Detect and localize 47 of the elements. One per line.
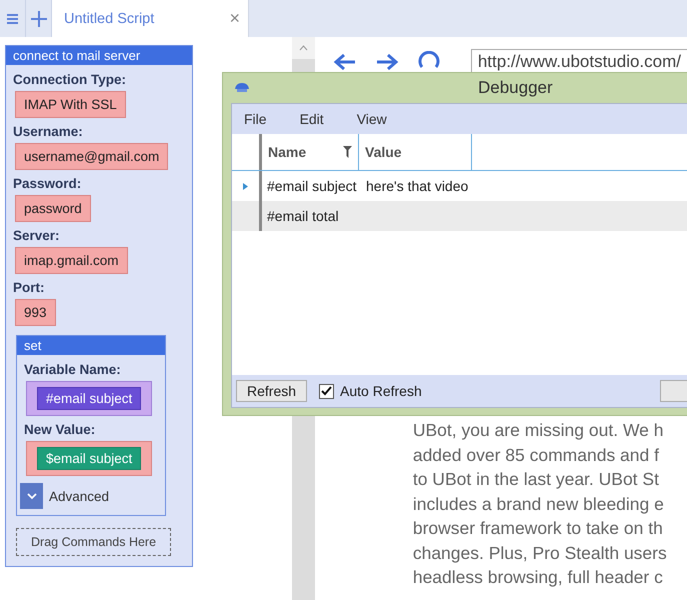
parameter-field[interactable]: 993	[15, 299, 56, 326]
table-cell-text: #email subject	[266, 177, 358, 196]
chevron-down-icon	[26, 492, 36, 500]
current-row-icon	[243, 182, 248, 190]
parameter-field[interactable]: password	[15, 195, 91, 222]
command-block[interactable]	[5, 45, 193, 567]
filter-icon[interactable]	[343, 146, 352, 158]
table-cell-text: #email total	[266, 207, 340, 226]
forward-icon[interactable]	[374, 52, 399, 72]
page-text: headless browsing, full header c	[412, 566, 664, 589]
field-label: Username:	[13, 124, 83, 139]
page-text: includes a brand new bleeding e	[412, 492, 665, 516]
refresh-button[interactable]: Refresh	[236, 380, 308, 402]
parameter-field[interactable]: imap.gmail.com	[15, 247, 128, 274]
parameter-field[interactable]: #email subject	[26, 381, 152, 416]
auto-refresh-checkbox[interactable]: Auto Refresh	[319, 383, 422, 399]
check-icon	[321, 386, 332, 396]
field-label: New Value:	[24, 422, 96, 437]
field-label: Port:	[13, 280, 44, 295]
back-icon[interactable]	[332, 52, 357, 72]
menu-item[interactable]: View	[348, 111, 396, 127]
close-button[interactable]: ×	[229, 8, 240, 29]
field-label: Server:	[13, 228, 60, 243]
command-block[interactable]: set Variable Name: #email subject New Value: $email subject Advanced	[16, 335, 166, 516]
expand-button[interactable]	[20, 483, 43, 509]
command-title: set	[17, 336, 165, 355]
page-text: to UBot in the last year. UBot St	[412, 468, 660, 491]
page-text: UBot, you are missing out. We h	[412, 419, 664, 442]
parameter-field[interactable]: IMAP With SSL	[15, 91, 126, 118]
table-cell-text: here's that video	[365, 177, 470, 196]
advanced-label: Advanced	[49, 488, 110, 504]
variable-chip[interactable]: #email subject	[37, 387, 142, 410]
page-text: browser framework to take on th	[412, 517, 664, 540]
drop-zone[interactable]: Drag Commands Here	[16, 528, 172, 556]
column-header[interactable]: Name	[262, 134, 359, 170]
command-title: connect to mail server	[6, 46, 192, 65]
field-label: Connection Type:	[13, 72, 126, 87]
field-label: Password:	[13, 176, 82, 191]
window-title: Debugger	[478, 78, 553, 98]
field-label: Variable Name:	[24, 362, 121, 377]
menu-item[interactable]: Edit	[292, 111, 333, 127]
page-text: changes. Plus, Pro Stealth users	[412, 542, 668, 565]
column-header[interactable]: Value	[359, 134, 472, 170]
script-tab[interactable]: Untitled Script ×	[52, 0, 249, 37]
parameter-field[interactable]: username@gmail.com	[15, 143, 168, 170]
page-text: added over 85 commands and f	[412, 444, 660, 466]
menu-item[interactable]: File	[236, 111, 276, 127]
